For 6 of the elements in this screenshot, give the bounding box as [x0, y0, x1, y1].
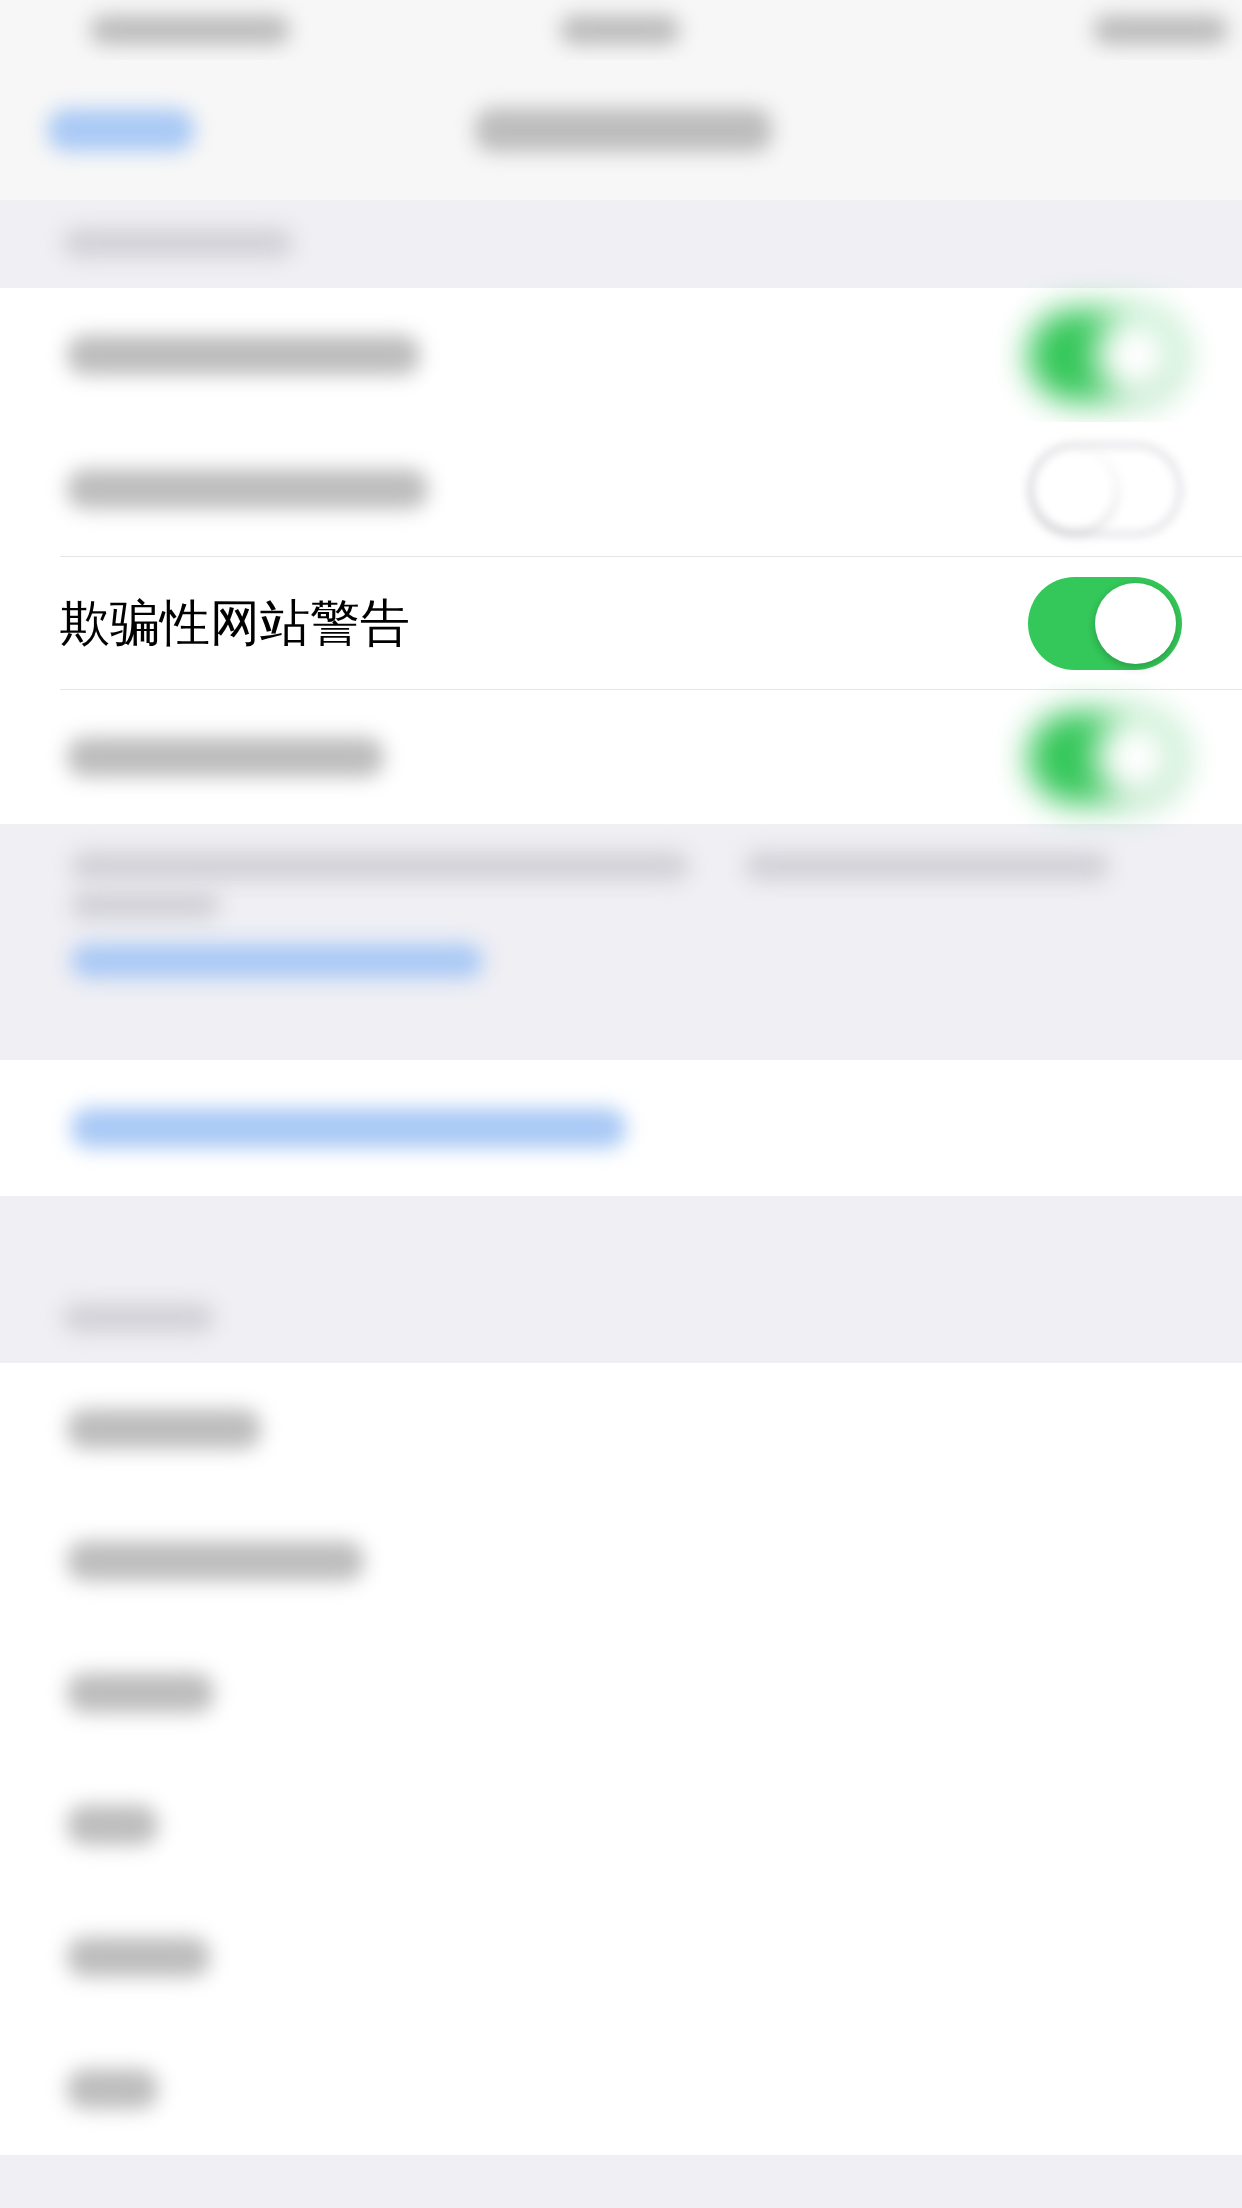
toggle-switch[interactable]	[1028, 710, 1182, 804]
toggle-switch[interactable]	[1028, 308, 1182, 402]
blurred-link[interactable]	[71, 944, 483, 978]
blurred-link[interactable]	[71, 1108, 626, 1148]
setting-label: 欺骗性网站警告	[60, 594, 410, 653]
blurred-back-link[interactable]	[48, 109, 194, 151]
